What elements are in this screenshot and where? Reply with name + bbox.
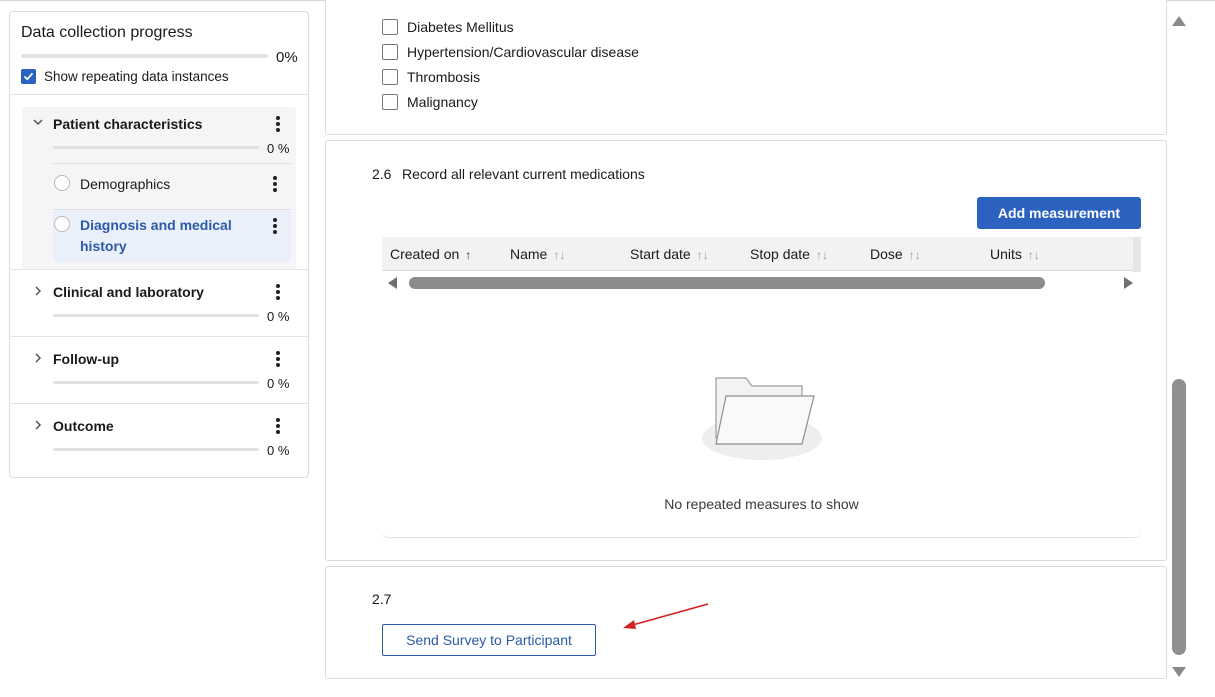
kebab-menu-icon[interactable]: [275, 351, 281, 369]
column-header-created-on[interactable]: Created on ↑: [390, 246, 471, 262]
add-measurement-button[interactable]: Add measurement: [977, 197, 1141, 229]
send-survey-button[interactable]: Send Survey to Participant: [382, 624, 596, 656]
kebab-menu-icon[interactable]: [272, 218, 278, 236]
progress-sidebar: Data collection progress 0% Show repeati…: [9, 11, 309, 478]
subsection-status-icon: [54, 175, 70, 191]
kebab-menu-icon[interactable]: [275, 284, 281, 302]
empty-folder-icon: [702, 377, 822, 460]
scroll-down-arrow-icon[interactable]: [1172, 667, 1186, 677]
annotation-arrow-icon: [623, 603, 709, 629]
scroll-right-arrow-icon[interactable]: [1124, 277, 1133, 289]
sort-icon[interactable]: ↑↓: [909, 248, 921, 262]
horizontal-scrollbar[interactable]: [382, 272, 1141, 294]
section-title[interactable]: Patient characteristics: [53, 116, 202, 132]
sort-icon[interactable]: ↑↓: [553, 248, 565, 262]
subsection-demographics[interactable]: Demographics: [80, 176, 170, 192]
condition-label[interactable]: Diabetes Mellitus: [407, 19, 514, 35]
condition-label[interactable]: Malignancy: [407, 94, 478, 110]
subsection-status-icon: [54, 216, 70, 232]
section-progress-label: 0 %: [267, 141, 290, 156]
section-title[interactable]: Follow-up: [53, 351, 119, 367]
empty-state-message: No repeated measures to show: [664, 496, 859, 512]
empty-state: No repeated measures to show: [382, 294, 1141, 538]
column-header-units[interactable]: Units ↑↓: [990, 246, 1040, 262]
scroll-left-arrow-icon[interactable]: [388, 277, 397, 289]
question-number: 2.7: [372, 591, 392, 607]
section-title[interactable]: Clinical and laboratory: [53, 284, 204, 300]
show-repeating-label[interactable]: Show repeating data instances: [44, 69, 229, 84]
question-text: Record all relevant current medications: [402, 166, 645, 182]
section-progress-label: 0 %: [267, 443, 290, 458]
sidebar-divider: [11, 336, 308, 337]
sidebar-divider: [11, 269, 308, 270]
vertical-scrollbar[interactable]: [1170, 11, 1188, 683]
section-progress-bar: [53, 381, 259, 384]
chevron-right-icon[interactable]: [32, 419, 44, 434]
chevron-right-icon[interactable]: [32, 285, 44, 300]
column-header-stop-date[interactable]: Stop date ↑↓: [750, 246, 828, 262]
subsection-diagnosis-medical-history[interactable]: Diagnosis and medical history: [80, 215, 250, 257]
sidebar-title: Data collection progress: [21, 24, 193, 41]
condition-checkbox[interactable]: [382, 94, 398, 110]
condition-checkbox[interactable]: [382, 44, 398, 60]
question-number: 2.6: [372, 166, 392, 182]
column-header-start-date[interactable]: Start date ↑↓: [630, 246, 709, 262]
chevron-right-icon[interactable]: [32, 352, 44, 367]
chevron-down-icon[interactable]: [32, 116, 44, 131]
section-progress-label: 0 %: [267, 376, 290, 391]
kebab-menu-icon[interactable]: [275, 116, 281, 134]
condition-checkbox[interactable]: [382, 19, 398, 35]
scroll-up-arrow-icon[interactable]: [1172, 16, 1186, 26]
overall-progress-bar: [21, 54, 268, 58]
condition-checkbox[interactable]: [382, 69, 398, 85]
overall-progress-label: 0%: [276, 49, 298, 66]
column-header-name[interactable]: Name ↑↓: [510, 246, 565, 262]
section-progress-bar: [53, 146, 259, 149]
sort-icon[interactable]: ↑↓: [697, 248, 709, 262]
sort-icon[interactable]: ↑↓: [1028, 248, 1040, 262]
sidebar-divider: [11, 94, 308, 95]
show-repeating-checkbox[interactable]: [21, 69, 36, 84]
condition-label[interactable]: Thrombosis: [407, 69, 480, 85]
section-progress-bar: [53, 314, 259, 317]
survey-card: 2.7 Send Survey to Participant: [325, 566, 1167, 679]
horizontal-scroll-thumb[interactable]: [409, 277, 1045, 289]
kebab-menu-icon[interactable]: [272, 176, 278, 194]
column-header-dose[interactable]: Dose ↑↓: [870, 246, 921, 262]
conditions-card: Diabetes Mellitus Hypertension/Cardiovas…: [325, 0, 1167, 135]
sort-ascending-icon[interactable]: ↑: [465, 248, 471, 262]
sidebar-divider: [11, 403, 308, 404]
kebab-menu-icon[interactable]: [275, 418, 281, 436]
vertical-scroll-thumb[interactable]: [1172, 379, 1186, 655]
sort-icon[interactable]: ↑↓: [816, 248, 828, 262]
section-progress-bar: [53, 448, 259, 451]
section-title[interactable]: Outcome: [53, 418, 114, 434]
section-progress-label: 0 %: [267, 309, 290, 324]
subsection-divider: [53, 163, 291, 164]
table-header: Created on ↑ Name ↑↓ Start date ↑↓ Stop dat…: [382, 237, 1141, 271]
condition-label[interactable]: Hypertension/Cardiovascular disease: [407, 44, 639, 60]
medications-card: 2.6 Record all relevant current medicati…: [325, 140, 1167, 561]
checkmark-icon: [23, 72, 34, 81]
